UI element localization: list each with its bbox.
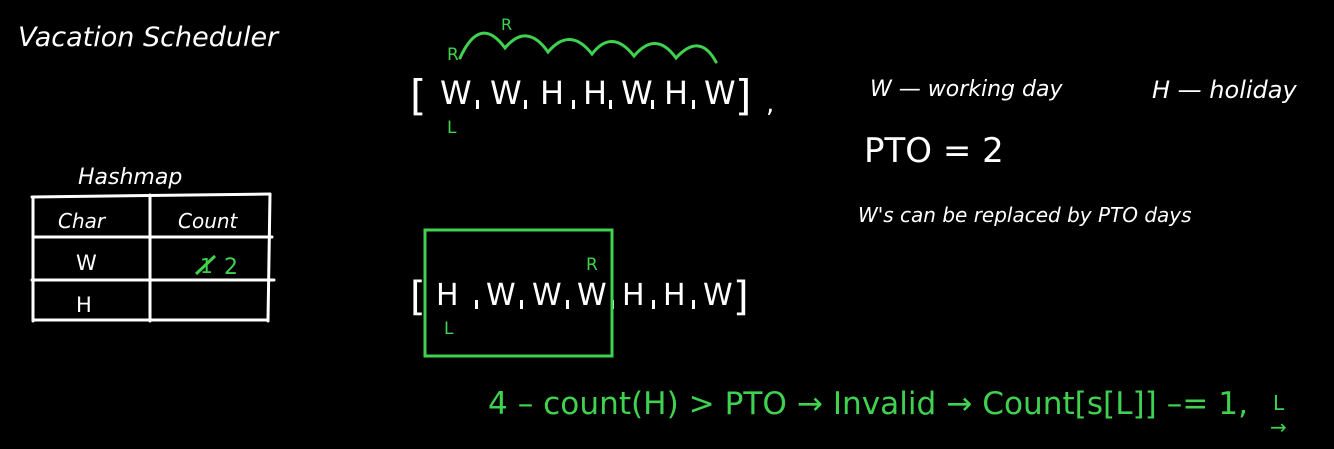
hashmap-row-char: W xyxy=(76,251,97,275)
pointer-l-bottom: L xyxy=(444,319,454,339)
array-item: W xyxy=(577,278,607,313)
window-expansion-arc xyxy=(458,31,718,64)
hashmap-row-count: 2 xyxy=(224,255,238,280)
array-item: W xyxy=(490,74,522,112)
array-top: [ W W H H W H W ] , xyxy=(410,71,774,120)
legend-working: W — working day xyxy=(870,77,1063,102)
array-item: H xyxy=(664,74,688,112)
move-left-pointer: L xyxy=(1273,391,1285,415)
array-item: W xyxy=(440,74,472,112)
array-item: W xyxy=(486,278,516,313)
hashmap-row-char: H xyxy=(76,293,92,317)
arc-label-r: R xyxy=(501,15,512,34)
array-item: W xyxy=(704,74,736,112)
bracket-open: [ xyxy=(410,274,426,320)
trailing-comma: , xyxy=(766,89,774,119)
array-item: H xyxy=(583,74,607,112)
hashmap-label: Hashmap xyxy=(78,165,182,190)
pointer-r-bottom: R xyxy=(586,255,598,275)
array-item: W xyxy=(532,278,562,313)
invalid-condition: 4 – count(H) > PTO → Invalid → Count[s[L… xyxy=(488,386,1248,422)
array-item: H xyxy=(663,278,686,313)
array-item: W xyxy=(703,278,733,313)
bracket-close: ] xyxy=(733,274,749,320)
array-item: H xyxy=(436,278,459,313)
pointer-l-top: L xyxy=(447,118,457,138)
array-item: W xyxy=(621,74,653,112)
board-title: Vacation Scheduler xyxy=(18,22,280,53)
array-bottom: [ H W W W H H W ] xyxy=(410,274,749,320)
pto-note: W's can be replaced by PTO days xyxy=(858,203,1192,227)
pointer-r-top: R xyxy=(447,45,459,65)
array-item: H xyxy=(622,278,645,313)
pto-value: PTO = 2 xyxy=(864,131,1004,171)
bracket-close: ] xyxy=(735,71,751,120)
bracket-open: [ xyxy=(410,71,426,120)
legend-holiday: H — holiday xyxy=(1152,76,1297,104)
whiteboard-canvas: Vacation Scheduler Hashmap Char Count W … xyxy=(18,15,1297,439)
move-right-arrow-icon: → xyxy=(1270,415,1287,439)
hashmap-header-char: Char xyxy=(58,209,107,233)
hashmap-header-count: Count xyxy=(178,209,239,233)
array-item: H xyxy=(540,74,564,112)
